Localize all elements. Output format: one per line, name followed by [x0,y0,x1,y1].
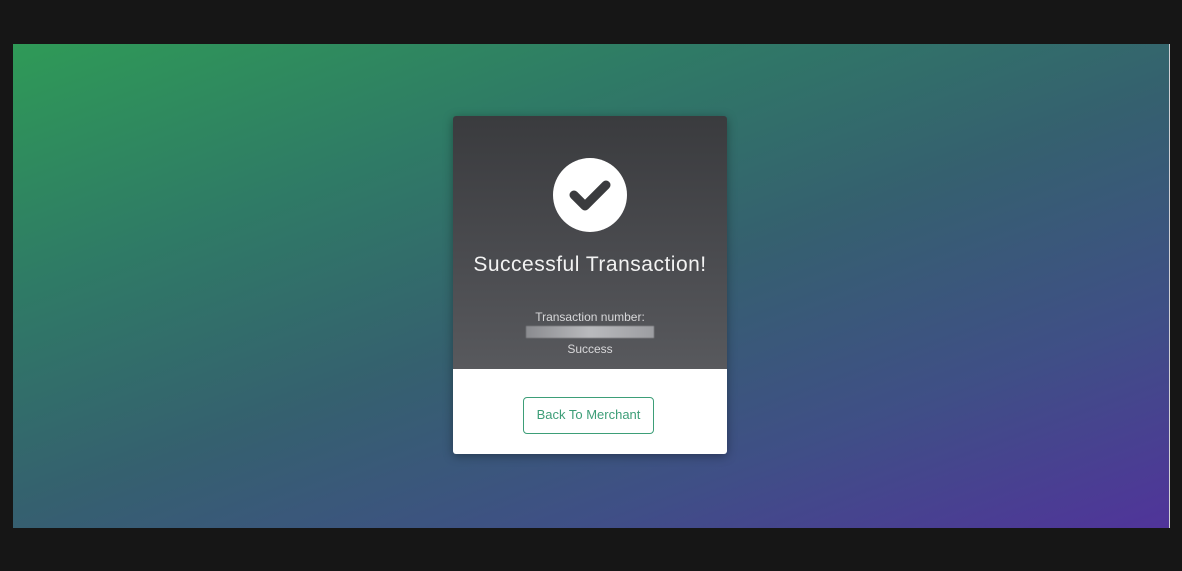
transaction-number-label: Transaction number: [535,310,645,324]
result-panel: Successful Transaction! Transaction numb… [453,116,727,369]
result-title: Successful Transaction! [473,253,707,276]
back-to-merchant-button[interactable]: Back To Merchant [523,397,654,434]
transaction-number-redacted [526,326,654,338]
transaction-result-card: Successful Transaction! Transaction numb… [453,116,727,454]
frame-edge [1169,44,1170,528]
checkmark-circle-icon [553,158,627,232]
status-text: Success [567,342,613,356]
checkmark-icon [569,180,611,211]
action-panel: Back To Merchant [453,369,727,454]
